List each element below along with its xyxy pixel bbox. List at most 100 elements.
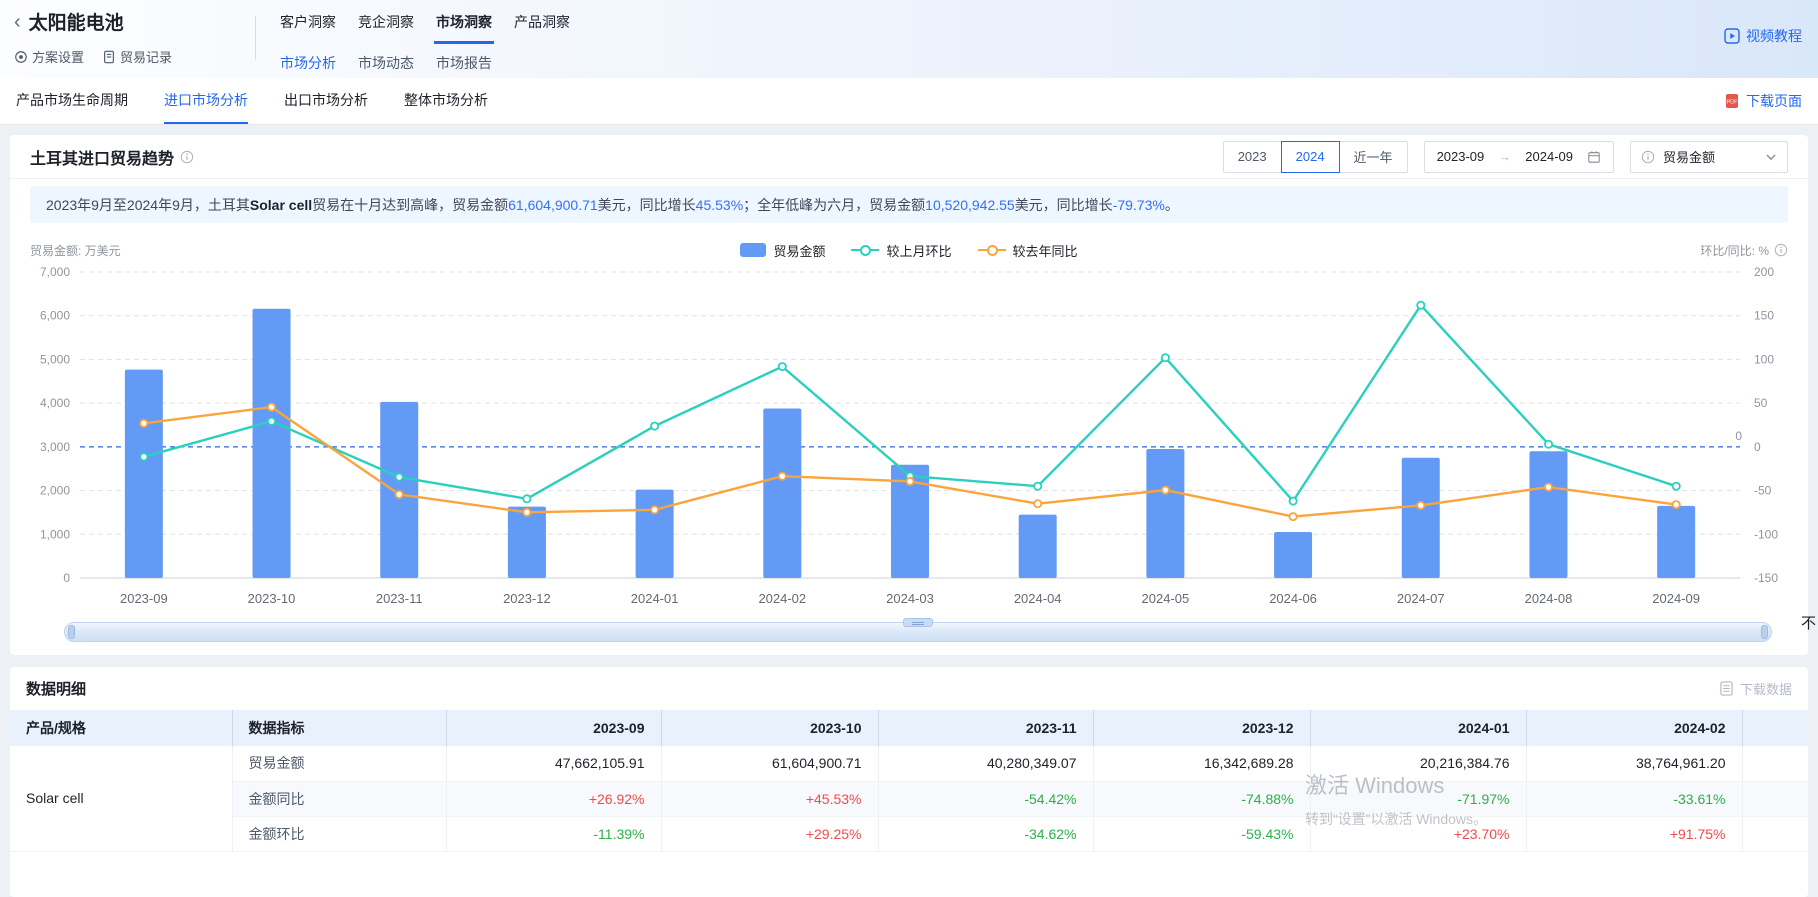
line-marker-icon <box>851 243 879 257</box>
table-row: 金额环比-11.39%+29.25%-34.62%-59.43%+23.70%+… <box>10 816 1808 851</box>
value-cell: -33.61% <box>1526 781 1742 816</box>
value-cell: 38,764,961.20 <box>1526 746 1742 781</box>
date-range-picker[interactable]: 2023-09 → 2024-09 <box>1424 141 1614 173</box>
data-zoom-scrollbar[interactable] <box>64 622 1772 642</box>
product-cell: Solar cell <box>10 746 232 851</box>
metric-label-cell: 金额环比 <box>232 816 446 851</box>
svg-text:2023-10: 2023-10 <box>248 591 296 606</box>
summary-text: 美元，同比增长 <box>598 195 696 215</box>
value-cell: 61,604,900.71 <box>661 746 878 781</box>
table-row: Solar cell贸易金额47,662,105.9161,604,900.71… <box>10 746 1808 781</box>
nav-product-lifecycle[interactable]: 产品市场生命周期 <box>16 78 128 124</box>
back-chevron-icon[interactable]: ‹ <box>14 12 21 32</box>
tab-competitor-insight[interactable]: 竞企洞察 <box>356 4 416 44</box>
chart-title: 土耳其进口贸易趋势 <box>30 145 194 169</box>
header-divider <box>255 16 256 60</box>
top-header-bar: ‹ 太阳能电池 方案设置 贸易记录 客户洞察 竞企洞察 市场洞察 产品洞察 市场… <box>0 0 1818 78</box>
svg-text:-100: -100 <box>1754 527 1778 541</box>
line-marker-icon <box>978 243 1006 257</box>
value-cell: 47,662,105.91 <box>446 746 661 781</box>
data-detail-card: 数据明细 下载数据 产品/规格数据指标2023-092023-102023-11… <box>10 667 1808 897</box>
bar-swatch-icon <box>740 243 766 257</box>
plan-settings-link[interactable]: 方案设置 <box>14 47 84 66</box>
summary-text: 美元，同比增长 <box>1015 195 1113 215</box>
svg-text:5,000: 5,000 <box>40 352 70 366</box>
document-icon <box>102 50 116 64</box>
zoom-handle-right[interactable] <box>1761 625 1768 639</box>
trade-records-link[interactable]: 贸易记录 <box>102 47 172 66</box>
zoom-handle-left[interactable] <box>68 625 75 639</box>
floating-text-cutoff[interactable]: 不 <box>1801 612 1816 633</box>
table-header-row: 产品/规格数据指标2023-092023-102023-112023-12202… <box>10 710 1808 746</box>
chevron-down-icon <box>1765 151 1777 163</box>
svg-text:200: 200 <box>1754 266 1774 279</box>
value-cell: 16,342,689.28 <box>1093 746 1310 781</box>
svg-text:-150: -150 <box>1754 571 1778 585</box>
col-product-header: 产品/规格 <box>10 710 232 746</box>
svg-text:PDF: PDF <box>1727 100 1739 106</box>
value-cell: 40,280,349.07 <box>878 746 1093 781</box>
summary-highlight-value: -79.73% <box>1113 197 1165 213</box>
table-title: 数据明细 <box>26 678 86 699</box>
value-cell: -74.88% <box>1093 781 1310 816</box>
recent-year-button[interactable]: 近一年 <box>1339 141 1408 173</box>
pdf-file-icon: PDF <box>1724 93 1740 109</box>
workspace-title-block: ‹ 太阳能电池 方案设置 贸易记录 <box>14 8 172 66</box>
svg-text:2024-03: 2024-03 <box>886 591 934 606</box>
nav-export-analysis[interactable]: 出口市场分析 <box>284 78 368 124</box>
download-data-button[interactable]: 下载数据 <box>1719 679 1792 698</box>
svg-text:2,000: 2,000 <box>40 484 70 498</box>
year-2024-button[interactable]: 2024 <box>1281 141 1340 173</box>
date-end: 2024-09 <box>1525 149 1573 164</box>
value-cell: -34.62% <box>878 816 1093 851</box>
year-2023-button[interactable]: 2023 <box>1223 141 1282 173</box>
svg-text:-50: -50 <box>1754 484 1772 498</box>
play-video-icon <box>1724 28 1740 44</box>
cutoff-cell <box>1742 816 1808 851</box>
summary-highlight-value: 10,520,942.55 <box>925 197 1015 213</box>
date-range-arrow: → <box>1498 149 1511 164</box>
svg-text:0: 0 <box>63 571 70 585</box>
col-cutoff-header <box>1742 710 1808 746</box>
tab-product-insight[interactable]: 产品洞察 <box>512 4 572 44</box>
summary-text: ；全年低峰为六月，贸易金额 <box>743 195 925 215</box>
col-month-header: 2023-12 <box>1093 710 1310 746</box>
import-trend-card: 土耳其进口贸易趋势 2023 2024 近一年 2023-09 → 2024-0… <box>10 135 1808 655</box>
svg-text:2024-04: 2024-04 <box>1014 591 1062 606</box>
svg-text:2024-08: 2024-08 <box>1525 591 1573 606</box>
legend-yoy[interactable]: 较去年同比 <box>978 241 1078 260</box>
excel-file-icon <box>1719 681 1734 696</box>
svg-text:2024-09: 2024-09 <box>1652 591 1700 606</box>
svg-text:50: 50 <box>1754 396 1768 410</box>
calendar-icon <box>1587 150 1601 164</box>
summary-text: 2023年9月至2024年9月，土耳其 <box>46 195 250 215</box>
nav-import-analysis[interactable]: 进口市场分析 <box>164 78 248 124</box>
nav-overall-analysis[interactable]: 整体市场分析 <box>404 78 488 124</box>
metric-label-cell: 金额同比 <box>232 781 446 816</box>
svg-text:2024-06: 2024-06 <box>1269 591 1317 606</box>
col-month-header: 2023-09 <box>446 710 661 746</box>
video-tutorial-button[interactable]: 视频教程 <box>1724 26 1802 46</box>
value-cell: +91.75% <box>1526 816 1742 851</box>
svg-text:2024-05: 2024-05 <box>1142 591 1190 606</box>
svg-text:2024-01: 2024-01 <box>631 591 679 606</box>
table-row: 金额同比+26.92%+45.53%-54.42%-74.88%-71.97%-… <box>10 781 1808 816</box>
legend-trade-amount[interactable]: 贸易金额 <box>740 241 825 260</box>
insight-tabs: 客户洞察 竞企洞察 市场洞察 产品洞察 市场分析 市场动态 市场报告 <box>278 4 572 83</box>
download-page-button[interactable]: PDF 下载页面 <box>1724 78 1802 124</box>
col-month-header: 2024-02 <box>1526 710 1742 746</box>
metric-label-cell: 贸易金额 <box>232 746 446 781</box>
metric-select[interactable]: 贸易金额 <box>1630 141 1788 173</box>
tab-market-insight[interactable]: 市场洞察 <box>434 4 494 44</box>
summary-text: 。 <box>1165 195 1179 215</box>
zoom-grip-handle[interactable] <box>903 618 933 627</box>
value-cell: +45.53% <box>661 781 878 816</box>
value-cell: +29.25% <box>661 816 878 851</box>
info-icon[interactable] <box>180 150 194 164</box>
svg-text:0: 0 <box>1735 429 1742 443</box>
year-segmented-control: 2023 2024 近一年 <box>1223 141 1408 173</box>
legend-mom[interactable]: 较上月环比 <box>851 241 951 260</box>
tab-customer-insight[interactable]: 客户洞察 <box>278 4 338 44</box>
chart-legend: 贸易金额 较上月环比 较去年同比 <box>30 241 1788 260</box>
import-trend-chart[interactable]: 7,0006,0005,0004,0003,0002,0001,0000-150… <box>10 266 1808 622</box>
